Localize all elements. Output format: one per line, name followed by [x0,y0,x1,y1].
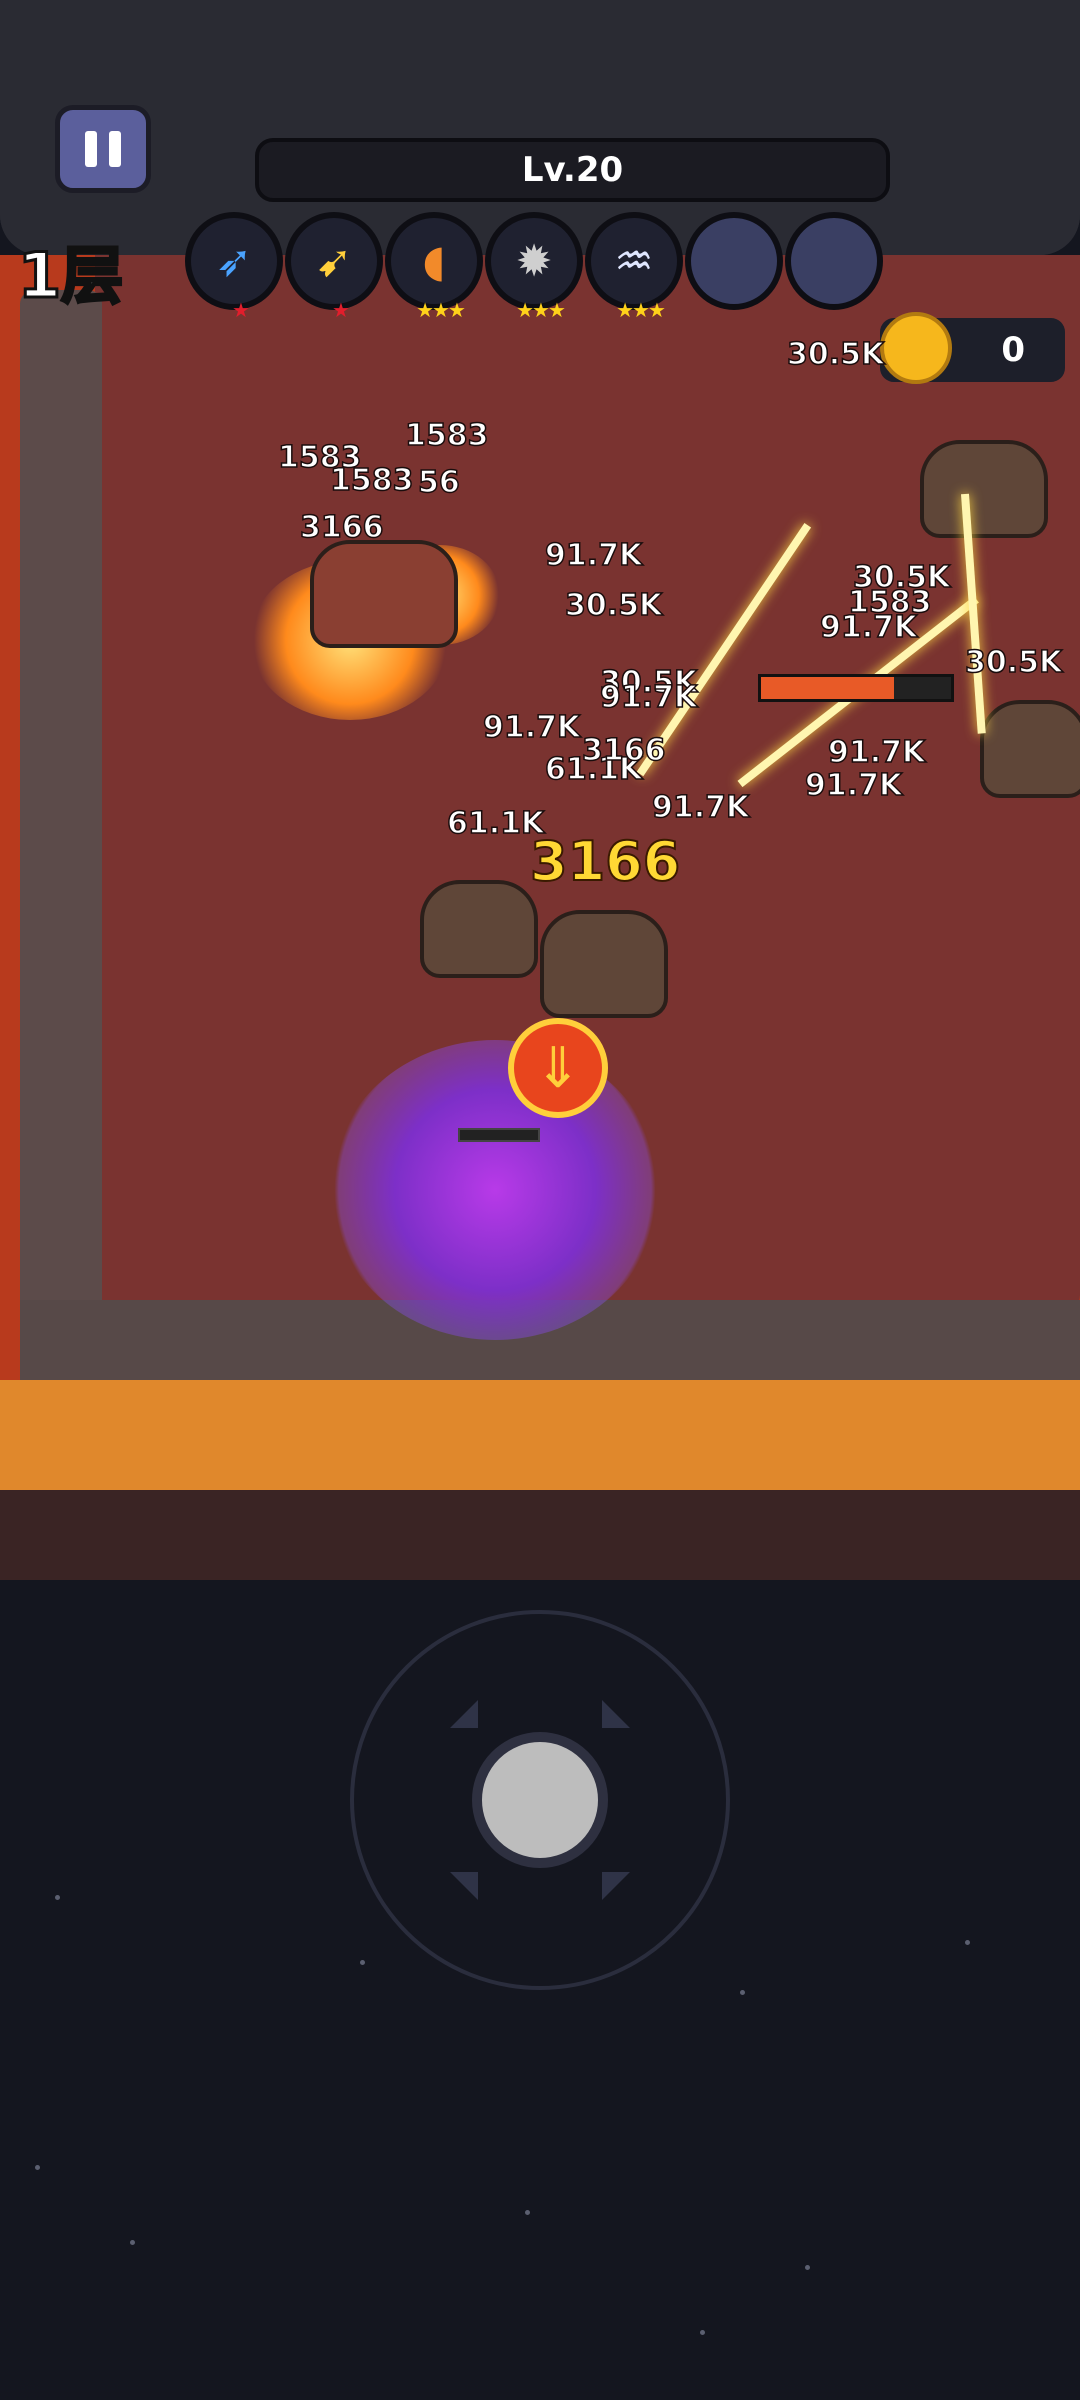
floor-label: 1层 [16,238,124,314]
background-star [35,2165,40,2170]
rock-ledge [0,1490,1080,1580]
turtle-enemy [540,910,668,1018]
skill-stars: ★★★ [516,298,566,322]
pause-icon [85,131,97,167]
enemy-health-bar [758,674,954,702]
damage-number: 91.7K [544,537,643,574]
skill-slot-rocket[interactable]: ➶ ★ [185,212,283,322]
hero-health-bar [458,1128,540,1142]
joystick-arrow-icon [450,1872,478,1900]
damage-number: 91.7K [819,609,918,646]
turtle-enemy [920,440,1048,538]
background-star [525,2210,530,2215]
boomerang-icon: ◖ [422,235,446,287]
damage-number: 3166 [299,509,384,546]
arrow-icon: ➹ [315,235,353,287]
background-star [130,2240,135,2245]
background-star [965,1940,970,1945]
damage-number: 56 [417,464,460,501]
damage-number: 91.7K [651,789,750,826]
damage-number: 1583 [404,417,489,454]
coin-count: 0 [1001,330,1025,370]
damage-number: 30.5K [564,587,663,624]
level-label: Lv.20 [521,150,624,190]
background-star [740,1990,745,1995]
skill-slot-empty[interactable] [685,212,783,310]
joystick-arrow-icon [602,1700,630,1728]
damage-number: 30.5K [786,336,885,373]
skill-stars: ★ [232,298,250,322]
damage-number: 30.5K [964,644,1063,681]
level-bar: Lv.20 [255,138,890,202]
coin-icon [880,312,952,384]
skill-stars: ★★★ [616,298,666,322]
damage-number: 91.7K [482,709,581,746]
damage-number: 3166 [581,732,666,769]
damage-number: 91.7K [804,767,903,804]
skill-slot-boomerang[interactable]: ◖ ★★★ [385,212,483,322]
damage-number: 91.7K [599,679,698,716]
damage-number: 91.7K [827,734,926,771]
skill-slot-arrow[interactable]: ➹ ★ [285,212,383,322]
tornado-icon: ♒ [614,235,654,287]
turtle-enemy [980,700,1080,798]
skill-slot-tornado[interactable]: ♒ ★★★ [585,212,683,322]
enemy-health-fill [761,677,894,699]
background-star [360,1960,365,1965]
skill-slot-spiked-ball[interactable]: ✹ ★★★ [485,212,583,322]
background-star [700,2330,705,2335]
spiked-ball-icon: ✹ [515,235,553,287]
turtle-enemy [420,880,538,978]
joystick-arrow-icon [602,1872,630,1900]
joystick-arrow-icon [450,1700,478,1728]
hero-skill-icon: ⇓ [508,1018,608,1118]
joystick-knob[interactable] [472,1732,608,1868]
lava-band [0,1380,1080,1490]
skill-slot-empty[interactable] [785,212,883,310]
damage-number: 1583 [329,462,414,499]
background-star [55,1895,60,1900]
damage-number-critical: 3166 [529,829,681,894]
hero-aura [330,1040,660,1340]
skill-stars: ★ [332,298,350,322]
crab-enemy [310,540,458,648]
pause-button[interactable] [55,105,151,193]
skill-stars: ★★★ [416,298,466,322]
left-wall [20,290,102,1340]
background-star [805,2265,810,2270]
rocket-icon: ➶ [215,235,253,287]
